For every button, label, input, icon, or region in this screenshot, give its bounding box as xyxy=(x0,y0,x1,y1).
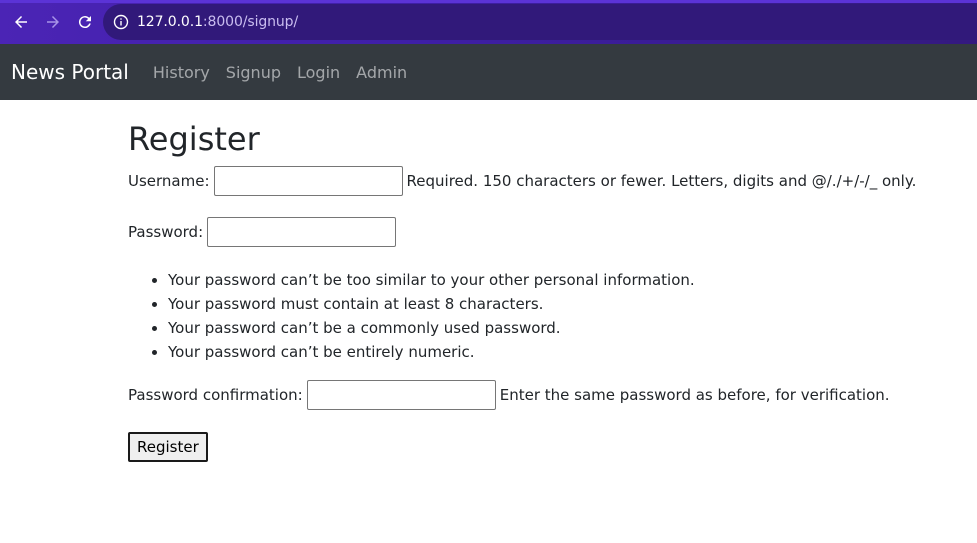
username-row: Username: Required. 150 characters or fe… xyxy=(128,166,916,196)
info-icon xyxy=(113,14,129,30)
brand-link[interactable]: News Portal xyxy=(11,60,129,84)
back-button[interactable] xyxy=(6,7,36,37)
url-host: 127.0.0.1 xyxy=(137,14,203,30)
nav-link-login[interactable]: Login xyxy=(297,63,340,82)
url-text: 127.0.0.1:8000/signup/ xyxy=(137,14,298,30)
username-input[interactable] xyxy=(213,166,403,196)
list-item: Your password can’t be too similar to yo… xyxy=(168,268,695,292)
nav-link-signup[interactable]: Signup xyxy=(226,63,281,82)
password-help-list: Your password can’t be too similar to yo… xyxy=(128,268,695,364)
password-confirm-help: Enter the same password as before, for v… xyxy=(499,386,890,404)
username-label: Username: xyxy=(128,172,210,190)
arrow-right-icon xyxy=(47,16,59,28)
browser-toolbar: 127.0.0.1:8000/signup/ xyxy=(0,0,977,44)
register-button[interactable]: Register xyxy=(128,432,208,462)
nav-link-admin[interactable]: Admin xyxy=(356,63,407,82)
password-row: Password: xyxy=(128,217,400,247)
username-help: Required. 150 characters or fewer. Lette… xyxy=(406,172,917,190)
url-path: :8000/signup/ xyxy=(202,14,299,30)
reload-icon xyxy=(78,16,91,29)
password-confirm-row: Password confirmation: Enter the same pa… xyxy=(128,380,890,410)
reload-button[interactable] xyxy=(70,7,100,37)
password-label: Password: xyxy=(128,223,204,241)
list-item: Your password must contain at least 8 ch… xyxy=(168,292,695,316)
site-navbar: News Portal History Signup Login Admin xyxy=(0,44,977,100)
list-item: Your password can’t be entirely numeric. xyxy=(168,340,695,364)
password-confirm-label: Password confirmation: xyxy=(128,386,303,404)
address-bar[interactable]: 127.0.0.1:8000/signup/ xyxy=(103,4,977,40)
arrow-left-icon xyxy=(15,16,27,28)
password-confirm-input[interactable] xyxy=(306,380,496,410)
nav-link-history[interactable]: History xyxy=(153,63,210,82)
list-item: Your password can’t be a commonly used p… xyxy=(168,316,695,340)
password-input[interactable] xyxy=(207,217,397,247)
forward-button[interactable] xyxy=(38,7,68,37)
page-title: Register xyxy=(128,120,260,158)
